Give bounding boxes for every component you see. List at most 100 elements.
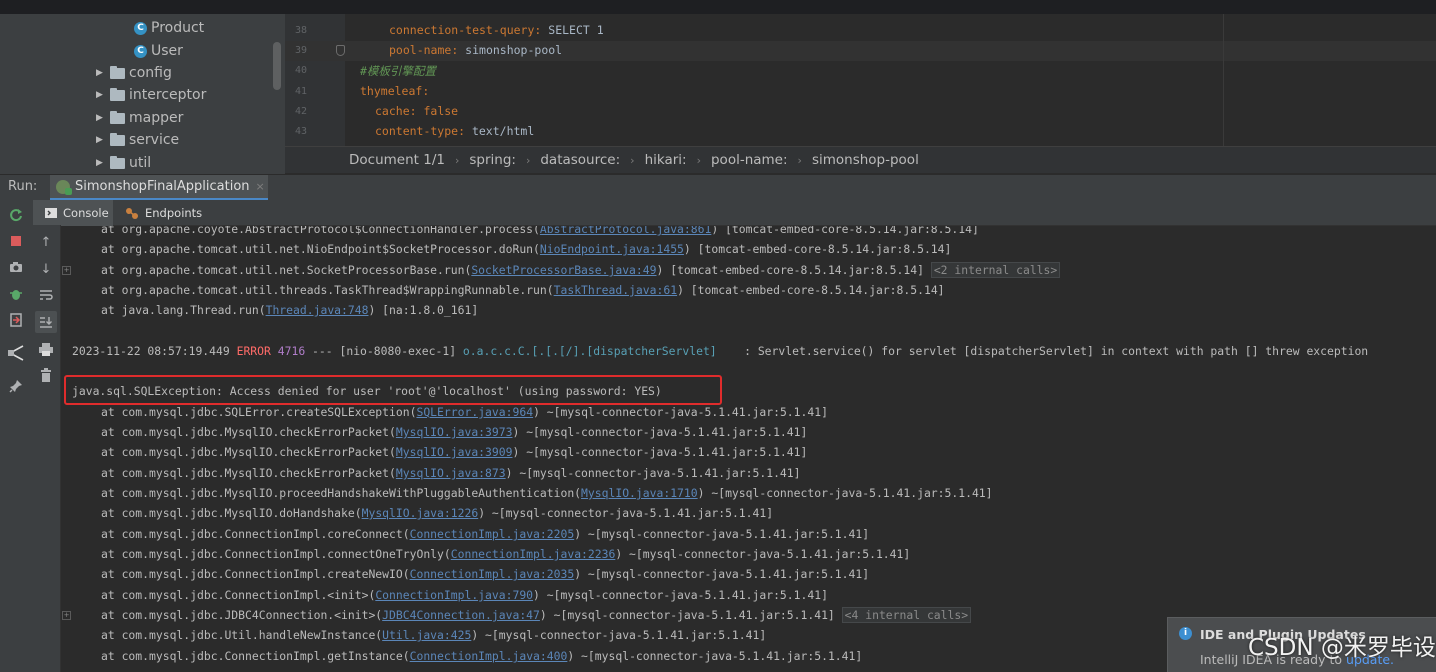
arrow-down-icon: ↓: [40, 261, 52, 277]
run-config-tab[interactable]: SimonshopFinalApplication ×: [50, 175, 268, 201]
close-icon[interactable]: ×: [256, 180, 265, 193]
source-link[interactable]: MysqlIO.java:3973: [396, 425, 513, 439]
print-button[interactable]: [35, 338, 57, 360]
source-link[interactable]: JDBC4Connection.java:47: [382, 608, 540, 622]
tab-console[interactable]: Console: [33, 200, 113, 226]
expand-arrow-icon[interactable]: ▶: [96, 90, 110, 100]
tree-item-interceptor[interactable]: ▶ interceptor: [96, 84, 206, 106]
run-toolbar: [0, 200, 33, 672]
folder-icon: [110, 132, 125, 146]
spring-boot-icon: [56, 179, 72, 195]
yaml-value: false: [416, 104, 459, 118]
stop-button[interactable]: [5, 230, 27, 252]
stack-frame: at org.apache.coyote.AbstractProtocol$Co…: [101, 226, 979, 236]
source-link[interactable]: Util.java:425: [382, 628, 471, 642]
restore-layout-button[interactable]: [5, 342, 27, 364]
source-link[interactable]: ConnectionImpl.java:790: [375, 588, 533, 602]
debug-button[interactable]: [5, 283, 27, 305]
folder-icon: [110, 155, 125, 169]
console-toolbar: ↑ ↓: [33, 225, 61, 672]
rerun-button[interactable]: [5, 204, 27, 226]
print-icon: [39, 342, 53, 356]
tree-scrollbar[interactable]: [273, 42, 281, 90]
stack-frame: at com.mysql.jdbc.MysqlIO.checkErrorPack…: [101, 425, 808, 439]
source-link[interactable]: ConnectionImpl.java:2205: [410, 527, 575, 541]
internal-calls-badge[interactable]: <4 internal calls>: [841, 607, 972, 623]
chevron-right-icon: ›: [696, 153, 701, 167]
scroll-to-end-button[interactable]: [35, 311, 57, 333]
source-link[interactable]: TaskThread.java:61: [554, 283, 677, 297]
stack-frame: at com.mysql.jdbc.ConnectionImpl.coreCon…: [101, 527, 870, 541]
code-line: cache: false: [375, 104, 459, 118]
pin-tab-button[interactable]: [5, 375, 27, 397]
clear-all-button[interactable]: [35, 364, 57, 386]
csdn-watermark: CSDN @米罗毕设: [1248, 635, 1436, 661]
scroll-up-button[interactable]: ↑: [35, 231, 57, 253]
tree-item-product[interactable]: C Product: [134, 17, 204, 39]
line-number: 39: [294, 45, 307, 56]
console-output[interactable]: at org.apache.coyote.AbstractProtocol$Co…: [61, 226, 1436, 672]
tree-item-label: util: [129, 155, 152, 171]
breadcrumb-item[interactable]: datasource:: [540, 152, 620, 168]
stack-frame: at org.apache.tomcat.util.net.NioEndpoin…: [101, 242, 952, 256]
class-icon: C: [134, 21, 147, 35]
tree-item-user[interactable]: C User: [134, 40, 183, 62]
stack-frame: at com.mysql.jdbc.SQLError.createSQLExce…: [101, 405, 828, 419]
exit-button[interactable]: [5, 309, 27, 331]
fold-expand-icon[interactable]: +: [62, 611, 71, 620]
tree-item-config[interactable]: ▶ config: [96, 62, 172, 84]
source-link[interactable]: ConnectionImpl.java:2236: [451, 547, 616, 561]
tree-item-service[interactable]: ▶ service: [96, 129, 179, 151]
code-line: pool-name: simonshop-pool: [389, 43, 563, 57]
source-link[interactable]: ConnectionImpl.java:400: [410, 649, 568, 663]
source-link[interactable]: ConnectionImpl.java:2035: [410, 567, 575, 581]
source-link[interactable]: Thread.java:748: [266, 303, 369, 317]
source-link[interactable]: AbstractProtocol.java:861: [540, 226, 711, 236]
tree-item-util[interactable]: ▶ util: [96, 152, 151, 174]
code-line: content-type: text/html: [375, 124, 535, 138]
fold-marker-icon[interactable]: [336, 45, 345, 56]
chevron-right-icon: ›: [525, 153, 531, 167]
source-link[interactable]: MysqlIO.java:873: [396, 466, 506, 480]
soft-wrap-button[interactable]: [35, 284, 57, 306]
scroll-to-end-icon: [40, 316, 52, 328]
source-link[interactable]: MysqlIO.java:1226: [362, 506, 479, 520]
source-link[interactable]: SQLError.java:964: [416, 405, 533, 419]
line-number: 41: [294, 86, 307, 97]
expand-arrow-icon[interactable]: ▶: [96, 135, 110, 145]
rerun-icon: [10, 209, 22, 222]
tab-endpoints[interactable]: Endpoints: [125, 200, 215, 226]
tree-item-label: interceptor: [129, 87, 207, 103]
stack-frame: at com.mysql.jdbc.MysqlIO.proceedHandsha…: [101, 486, 993, 500]
project-tree: C Product C User ▶ config ▶ interceptor …: [0, 14, 285, 174]
source-link[interactable]: NioEndpoint.java:1455: [540, 242, 684, 256]
error-highlight-box: [64, 375, 722, 405]
breadcrumb-item[interactable]: spring:: [469, 152, 516, 168]
dump-threads-button[interactable]: [5, 256, 27, 278]
stack-frame: at com.mysql.jdbc.ConnectionImpl.createN…: [101, 567, 870, 581]
log-pid: 4716: [270, 344, 306, 358]
breadcrumb-item[interactable]: pool-name:: [711, 152, 788, 168]
source-link[interactable]: MysqlIO.java:3909: [396, 445, 513, 459]
internal-calls-badge[interactable]: <2 internal calls>: [930, 262, 1061, 278]
breadcrumb-item[interactable]: simonshop-pool: [812, 152, 919, 168]
code-line: connection-test-query: SELECT 1: [389, 23, 604, 37]
breadcrumb-item[interactable]: hikari:: [645, 152, 687, 168]
source-link[interactable]: SocketProcessorBase.java:49: [471, 263, 656, 277]
run-label: Run:: [8, 179, 38, 194]
run-toolwindow-header: Run: SimonshopFinalApplication ×: [0, 174, 1436, 201]
breadcrumb-item[interactable]: Document 1/1: [349, 152, 445, 168]
stack-frame: at com.mysql.jdbc.MysqlIO.checkErrorPack…: [101, 445, 808, 459]
expand-arrow-icon[interactable]: ▶: [96, 158, 110, 168]
line-number: 40: [294, 65, 307, 76]
source-link[interactable]: MysqlIO.java:1710: [581, 486, 698, 500]
tab-label: Endpoints: [145, 206, 203, 220]
class-icon: C: [134, 44, 147, 58]
expand-arrow-icon[interactable]: ▶: [96, 113, 110, 123]
expand-arrow-icon[interactable]: ▶: [96, 68, 110, 78]
fold-expand-icon[interactable]: +: [62, 266, 71, 275]
tree-item-mapper[interactable]: ▶ mapper: [96, 107, 183, 129]
arrow-up-icon: ↑: [40, 234, 52, 250]
scroll-down-button[interactable]: ↓: [35, 258, 57, 280]
yaml-value: text/html: [465, 124, 535, 138]
